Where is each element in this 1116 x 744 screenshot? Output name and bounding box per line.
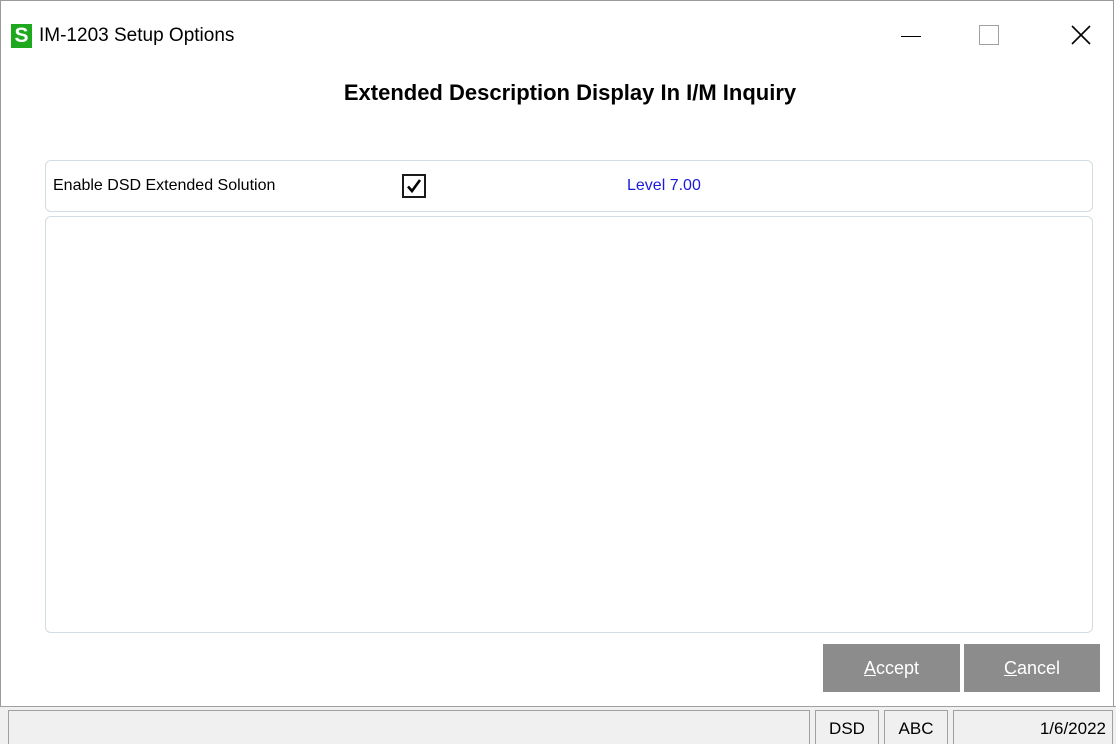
title-bar: S IM-1203 Setup Options — [1, 1, 1115, 69]
window-title: IM-1203 Setup Options — [39, 25, 235, 46]
maximize-button[interactable] — [959, 15, 1019, 55]
maximize-icon — [979, 25, 999, 45]
option-panel: Enable DSD Extended Solution Level 7.00 — [45, 160, 1093, 212]
accept-mnemonic: A — [863, 657, 876, 678]
cancel-label: ancel — [1016, 657, 1061, 678]
minimize-button[interactable] — [881, 15, 941, 55]
close-button[interactable] — [1051, 15, 1111, 55]
sage-app-icon: S — [11, 24, 32, 48]
status-date: 1/6/2022 — [953, 710, 1113, 744]
form-heading: Extended Description Display In I/M Inqu… — [343, 80, 797, 105]
setup-options-window: S IM-1203 Setup Options Extended Descrip… — [0, 0, 1114, 744]
accept-label: ccept — [875, 657, 920, 678]
status-user: ABC — [884, 710, 948, 744]
status-company: DSD — [815, 710, 879, 744]
enable-extended-solution-checkbox[interactable] — [402, 174, 426, 198]
cancel-mnemonic: C — [1003, 657, 1017, 678]
enable-extended-solution-label: Enable DSD Extended Solution — [53, 177, 276, 194]
level-indicator: Level 7.00 — [627, 177, 701, 194]
checkmark-icon — [407, 179, 422, 194]
content-panel — [45, 216, 1093, 633]
cancel-button[interactable]: Cancel — [964, 644, 1100, 692]
minimize-icon — [901, 35, 921, 37]
close-icon — [1071, 25, 1091, 45]
status-bar: DSD ABC 1/6/2022 — [0, 706, 1116, 744]
accept-button[interactable]: Accept — [823, 644, 960, 692]
status-message — [8, 710, 810, 744]
